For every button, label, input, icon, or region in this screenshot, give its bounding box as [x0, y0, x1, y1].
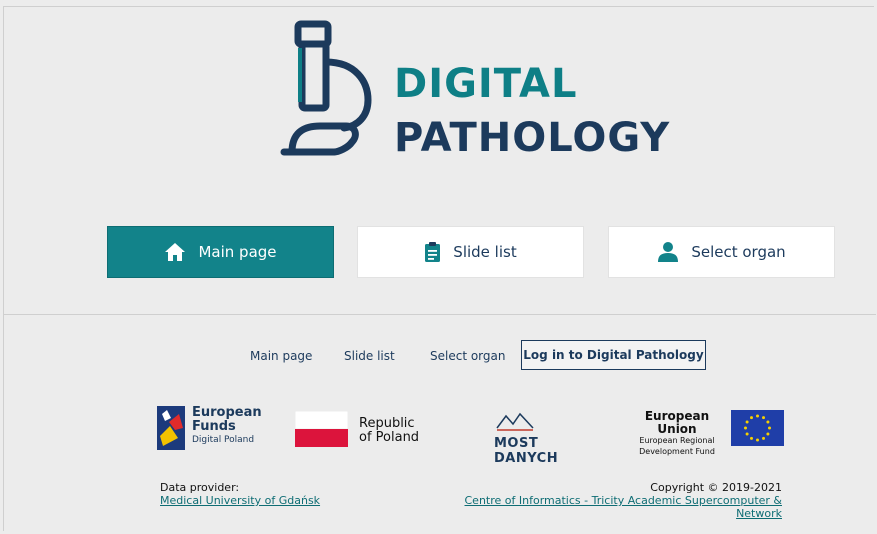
microscope-icon: [280, 20, 372, 156]
login-button-label: Log in to Digital Pathology: [523, 348, 704, 362]
european-funds-title-1: European: [192, 405, 262, 420]
european-funds-logo: European Funds Digital Poland: [157, 406, 267, 450]
logo-title-line1: DIGITAL: [394, 61, 578, 107]
data-provider-label: Data provider:: [160, 481, 240, 494]
republic-of-poland-line1: Republic: [359, 416, 415, 431]
footer-link-slide-list[interactable]: Slide list: [344, 349, 395, 363]
poland-flag-icon: [294, 410, 349, 447]
main-page-button[interactable]: Main page: [107, 226, 334, 278]
slide-list-label: Slide list: [453, 243, 517, 261]
most-danych-logo: MOST DANYCH: [494, 410, 599, 466]
republic-of-poland-line2: of Poland: [359, 429, 420, 445]
copyright-text: Copyright © 2019-2021: [650, 481, 782, 494]
site-logo[interactable]: DIGITAL PATHOLOGY: [276, 18, 676, 160]
eu-flag-icon: [731, 410, 784, 446]
eu-subtitle-line2: Development Fund: [639, 446, 715, 456]
european-union-logo: European Union European Regional Develop…: [625, 409, 785, 455]
eu-subtitle-line1: European Regional: [639, 436, 715, 446]
european-funds-emblem-icon: [157, 406, 185, 450]
most-danych-label: MOST DANYCH: [494, 436, 559, 466]
bridge-icon: [496, 412, 534, 431]
republic-of-poland-logo: Republic of Poland: [294, 410, 425, 447]
clipboard-icon: [425, 242, 441, 262]
data-provider-link[interactable]: Medical University of Gdańsk: [160, 494, 320, 507]
main-page-label: Main page: [198, 243, 277, 261]
select-organ-label: Select organ: [691, 243, 786, 261]
user-icon: [658, 242, 679, 262]
logo-title-line2: PATHOLOGY: [394, 115, 671, 161]
slide-list-button[interactable]: Slide list: [357, 226, 584, 278]
eu-title: European Union: [644, 409, 710, 436]
select-organ-button[interactable]: Select organ: [608, 226, 835, 278]
footer-link-select-organ[interactable]: Select organ: [430, 349, 505, 363]
european-funds-title-2: Funds: [192, 418, 236, 434]
footer-link-main-page[interactable]: Main page: [250, 349, 312, 363]
footer-divider: [3, 314, 876, 315]
european-funds-subtitle: Digital Poland: [192, 435, 255, 446]
home-icon: [165, 243, 186, 261]
centre-of-informatics-link[interactable]: Centre of Informatics - Tricity Academic…: [440, 494, 783, 520]
login-button[interactable]: Log in to Digital Pathology: [521, 340, 706, 370]
